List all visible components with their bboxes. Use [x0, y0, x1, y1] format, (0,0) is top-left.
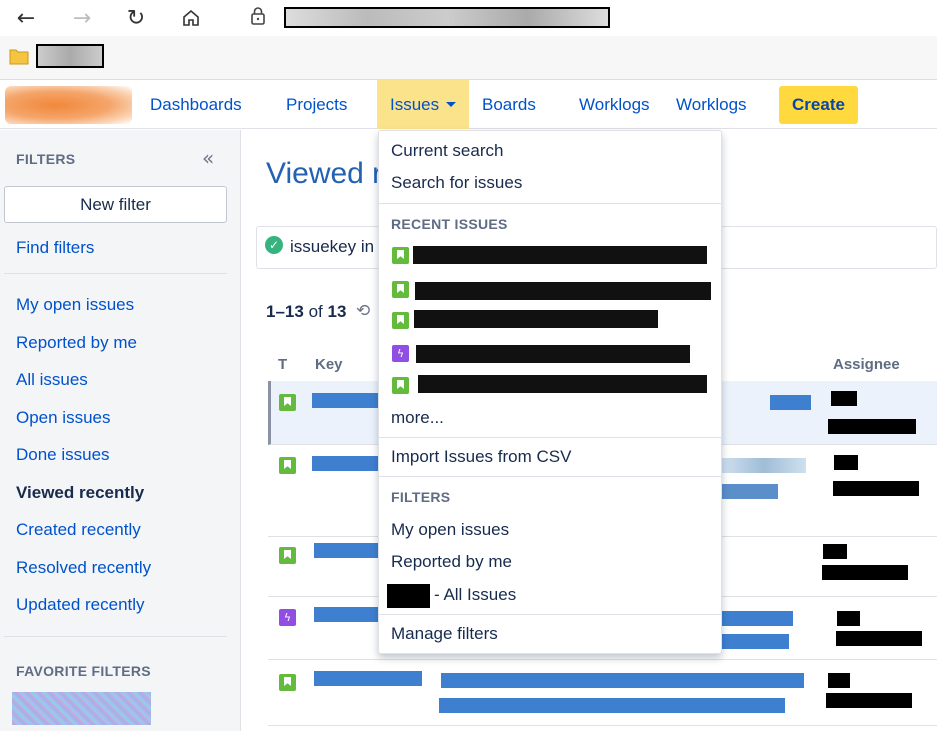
menu-divider [379, 203, 721, 204]
issue-link-redacted[interactable] [770, 395, 811, 410]
issue-summary-redacted[interactable] [441, 673, 804, 688]
create-button[interactable]: Create [779, 86, 858, 124]
issue-link-redacted[interactable] [722, 634, 789, 649]
recent-issue-redacted[interactable] [418, 375, 707, 393]
story-icon [279, 674, 296, 691]
issue-key-redacted[interactable] [314, 543, 380, 558]
collapse-sidebar-icon[interactable]: « [202, 146, 214, 170]
menu-divider [379, 437, 721, 438]
issue-summary-redacted[interactable] [439, 698, 785, 713]
forward-icon[interactable]: → [68, 4, 96, 32]
epic-icon: ϟ [279, 609, 296, 626]
page-title: Viewed r [266, 157, 383, 190]
menu-divider [379, 476, 721, 477]
nav-worklogs-2[interactable]: Worklogs [676, 80, 747, 129]
story-icon [392, 281, 409, 298]
sidebar-item-resolved-recently[interactable]: Resolved recently [16, 558, 151, 578]
menu-item-reported-by-me[interactable]: Reported by me [391, 552, 512, 572]
menu-item-more[interactable]: more... [391, 408, 444, 428]
favorite-filter-redacted[interactable] [12, 692, 151, 725]
epic-icon: ϟ [392, 345, 409, 362]
menu-item-my-open-issues[interactable]: My open issues [391, 520, 509, 540]
menu-item-all-issues[interactable]: - All Issues [434, 585, 516, 605]
column-header-key[interactable]: Key [315, 356, 343, 373]
assignee-redacted [834, 455, 858, 470]
sidebar-divider [4, 636, 227, 637]
menu-item-current-search[interactable]: Current search [391, 141, 503, 161]
menu-item-import-csv[interactable]: Import Issues from CSV [391, 447, 571, 467]
recent-issue-redacted[interactable] [416, 345, 690, 363]
issue-summary-redacted [722, 458, 806, 473]
folder-icon[interactable] [9, 47, 29, 65]
recent-issue-redacted[interactable] [415, 282, 711, 300]
recent-issue-redacted[interactable] [413, 246, 707, 264]
recent-issues-heading: RECENT ISSUES [391, 216, 508, 232]
menu-item-search-for-issues[interactable]: Search for issues [391, 173, 522, 193]
issue-link-redacted[interactable] [722, 484, 778, 499]
bookmarks-bar [0, 36, 937, 80]
recent-issue-redacted[interactable] [414, 310, 658, 328]
assignee-redacted [822, 565, 908, 580]
nav-projects[interactable]: Projects [286, 80, 347, 129]
favorite-filters-heading: FAVORITE FILTERS [16, 663, 151, 679]
sidebar-item-reported-by-me[interactable]: Reported by me [16, 333, 137, 353]
issue-key-redacted[interactable] [312, 393, 380, 408]
issue-key-redacted[interactable] [314, 671, 422, 686]
assignee-redacted [833, 481, 919, 496]
issue-key-redacted[interactable] [312, 456, 380, 471]
sidebar-item-my-open-issues[interactable]: My open issues [16, 295, 134, 315]
nav-worklogs-1[interactable]: Worklogs [579, 80, 650, 129]
sidebar-divider [4, 273, 227, 274]
column-header-type[interactable]: T [278, 356, 287, 373]
assignee-redacted [836, 631, 922, 646]
sidebar-item-viewed-recently[interactable]: Viewed recently [16, 483, 144, 503]
check-icon: ✓ [265, 236, 283, 254]
jql-query-text[interactable]: issuekey in [290, 237, 374, 257]
find-filters-link[interactable]: Find filters [16, 238, 94, 258]
count-of: of [308, 302, 323, 321]
new-filter-button[interactable]: New filter [4, 186, 227, 223]
story-icon [279, 457, 296, 474]
chevron-down-icon [446, 102, 457, 107]
issue-link-redacted[interactable] [722, 611, 793, 626]
assignee-redacted [826, 693, 912, 708]
url-redacted[interactable] [284, 7, 610, 28]
menu-item-manage-filters[interactable]: Manage filters [391, 624, 498, 644]
sidebar-item-all-issues[interactable]: All issues [16, 370, 88, 390]
project-name-redacted [387, 584, 430, 608]
sidebar-item-updated-recently[interactable]: Updated recently [16, 595, 145, 615]
nav-dashboards[interactable]: Dashboards [150, 80, 242, 129]
filters-menu-heading: FILTERS [391, 489, 451, 505]
story-icon [279, 394, 296, 411]
nav-boards[interactable]: Boards [482, 80, 536, 129]
assignee-redacted [831, 391, 857, 406]
assignee-redacted [828, 419, 916, 434]
count-total: 13 [327, 302, 347, 321]
reload-icon[interactable]: ↻ [122, 4, 150, 32]
lock-icon [248, 5, 268, 27]
back-icon[interactable]: ← [12, 4, 40, 32]
story-icon [392, 247, 409, 264]
menu-divider [379, 614, 721, 615]
bookmark-redacted[interactable] [36, 44, 104, 68]
issue-key-redacted[interactable] [314, 607, 380, 622]
sidebar-item-done-issues[interactable]: Done issues [16, 445, 110, 465]
nav-issues-label: Issues [390, 94, 440, 114]
assignee-redacted [837, 611, 860, 626]
result-count: 1–13 of 13 [266, 302, 346, 322]
logo[interactable] [5, 86, 132, 124]
sidebar-item-created-recently[interactable]: Created recently [16, 520, 141, 540]
count-range: 1–13 [266, 302, 304, 321]
story-icon [392, 377, 409, 394]
home-icon[interactable] [177, 4, 205, 32]
nav-issues[interactable]: Issues [377, 80, 469, 129]
filters-heading: FILTERS [16, 151, 76, 167]
story-icon [279, 547, 296, 564]
refresh-icon[interactable]: ⟲ [356, 301, 370, 321]
column-header-assignee[interactable]: Assignee [833, 356, 900, 373]
sidebar-item-open-issues[interactable]: Open issues [16, 408, 111, 428]
story-icon [392, 312, 409, 329]
assignee-redacted [823, 544, 847, 559]
assignee-redacted [828, 673, 850, 688]
